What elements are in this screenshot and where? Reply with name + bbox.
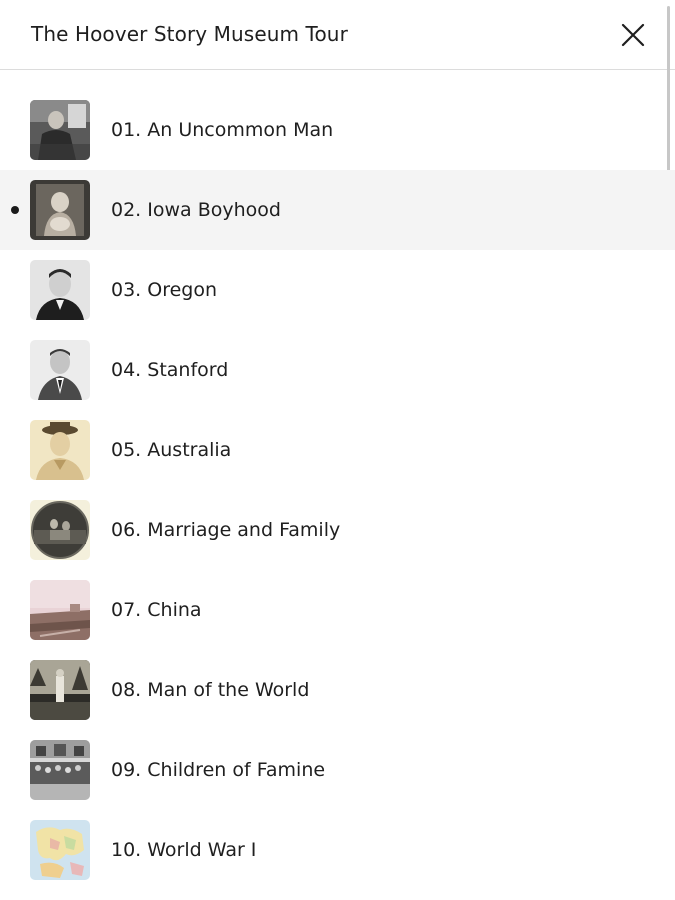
tour-stop-item[interactable]: 10. World War I bbox=[0, 810, 675, 890]
stop-label: 09. Children of Famine bbox=[111, 759, 326, 781]
close-icon bbox=[621, 23, 645, 47]
stop-label: 01. An Uncommon Man bbox=[111, 119, 334, 141]
tour-panel: The Hoover Story Museum Tour 01. An Unco… bbox=[0, 0, 675, 900]
tour-stop-item[interactable]: 07. China bbox=[0, 570, 675, 650]
stop-thumbnail bbox=[30, 420, 90, 480]
family-photo-image bbox=[30, 500, 90, 560]
stop-label: 06. Marriage and Family bbox=[111, 519, 341, 541]
tour-stop-item[interactable]: 06. Marriage and Family bbox=[0, 490, 675, 570]
page-title: The Hoover Story Museum Tour bbox=[31, 22, 348, 46]
children-of-famine-image bbox=[30, 740, 90, 800]
panel-header: The Hoover Story Museum Tour bbox=[0, 0, 675, 70]
student-portrait-image bbox=[30, 340, 90, 400]
stop-label: 05. Australia bbox=[111, 439, 232, 461]
tour-stop-item[interactable]: 03. Oregon bbox=[0, 250, 675, 330]
young-man-portrait-image bbox=[30, 260, 90, 320]
europe-map-image bbox=[30, 820, 90, 880]
tour-stop-item[interactable]: 05. Australia bbox=[0, 410, 675, 490]
stop-label: 07. China bbox=[111, 599, 202, 621]
man-with-hat-image bbox=[30, 420, 90, 480]
tour-stop-item[interactable]: 08. Man of the World bbox=[0, 650, 675, 730]
close-button[interactable] bbox=[616, 18, 650, 52]
stop-thumbnail bbox=[30, 820, 90, 880]
stop-thumbnail bbox=[30, 340, 90, 400]
hoover-portrait-image bbox=[30, 100, 90, 160]
child-portrait-image bbox=[30, 180, 90, 240]
man-of-world-image bbox=[30, 660, 90, 720]
stop-label: 03. Oregon bbox=[111, 279, 218, 301]
stop-label: 04. Stanford bbox=[111, 359, 229, 381]
stop-thumbnail bbox=[30, 500, 90, 560]
current-stop-indicator bbox=[11, 206, 19, 214]
tour-stop-list: 01. An Uncommon Man 02. Iowa Boyhood 03.… bbox=[0, 90, 675, 890]
stop-label: 08. Man of the World bbox=[111, 679, 310, 701]
stop-thumbnail bbox=[30, 660, 90, 720]
stop-label: 02. Iowa Boyhood bbox=[111, 199, 281, 221]
stop-label: 10. World War I bbox=[111, 839, 257, 861]
stop-thumbnail bbox=[30, 260, 90, 320]
tour-stop-item-active[interactable]: 02. Iowa Boyhood bbox=[0, 170, 675, 250]
tour-stop-item[interactable]: 04. Stanford bbox=[0, 330, 675, 410]
tour-stop-item[interactable]: 01. An Uncommon Man bbox=[0, 90, 675, 170]
tour-stop-item[interactable]: 09. Children of Famine bbox=[0, 730, 675, 810]
stop-thumbnail bbox=[30, 580, 90, 640]
china-landscape-image bbox=[30, 580, 90, 640]
stop-thumbnail bbox=[30, 740, 90, 800]
stop-thumbnail bbox=[30, 180, 90, 240]
stop-thumbnail bbox=[30, 100, 90, 160]
